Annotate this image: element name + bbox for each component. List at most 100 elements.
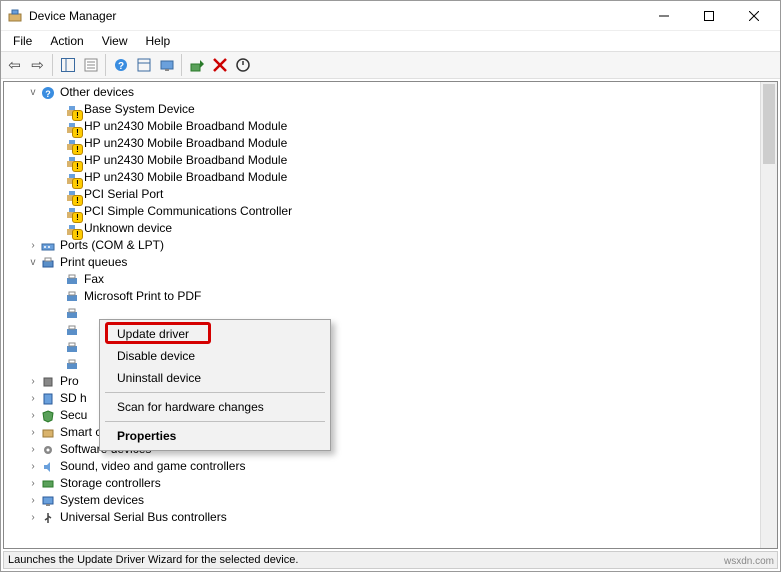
tree-item[interactable]: HP un2430 Mobile Broadband Module	[8, 152, 760, 169]
tree-label: Microsoft Print to PDF	[84, 288, 201, 305]
disable-button[interactable]	[231, 54, 254, 76]
device-warn-icon	[64, 102, 80, 118]
tree-item[interactable]: Unknown device	[8, 220, 760, 237]
tree-label: HP un2430 Mobile Broadband Module	[84, 135, 287, 152]
expand-icon[interactable]: ›	[26, 441, 40, 458]
device-warn-icon	[64, 204, 80, 220]
device-warn-icon	[64, 153, 80, 169]
svg-text:?: ?	[45, 89, 51, 99]
storage-icon	[40, 476, 56, 492]
context-menu-separator	[105, 421, 325, 422]
tree-label: HP un2430 Mobile Broadband Module	[84, 152, 287, 169]
uninstall-button[interactable]	[208, 54, 231, 76]
device-tree-pane: v ? Other devices Base System Device HP …	[3, 81, 778, 549]
toolbar-button[interactable]	[132, 54, 155, 76]
tree-item[interactable]: HP un2430 Mobile Broadband Module	[8, 118, 760, 135]
printer-icon	[40, 255, 56, 271]
tree-category-sound[interactable]: ›Sound, video and game controllers	[8, 458, 760, 475]
tree-item[interactable]: HP un2430 Mobile Broadband Module	[8, 135, 760, 152]
context-menu: Update driver Disable device Uninstall d…	[99, 319, 331, 451]
tree-label: Universal Serial Bus controllers	[60, 509, 227, 526]
tree-item[interactable]: PCI Serial Port	[8, 186, 760, 203]
tree-label: SD h	[60, 390, 87, 407]
menu-view[interactable]: View	[94, 32, 136, 50]
window-controls	[641, 1, 776, 30]
expand-icon[interactable]: ›	[26, 475, 40, 492]
ctx-scan-hardware[interactable]: Scan for hardware changes	[103, 396, 327, 418]
device-warn-icon	[64, 170, 80, 186]
tree-category-storage[interactable]: ›Storage controllers	[8, 475, 760, 492]
expand-icon[interactable]: v	[26, 84, 40, 101]
tree-label: Ports (COM & LPT)	[60, 237, 164, 254]
device-warn-icon	[64, 136, 80, 152]
printer-icon	[64, 306, 80, 322]
expand-icon[interactable]: ›	[26, 509, 40, 526]
toolbar: ?	[1, 51, 780, 79]
window-title: Device Manager	[29, 9, 116, 23]
close-button[interactable]	[731, 1, 776, 30]
expand-icon[interactable]: ›	[26, 458, 40, 475]
nav-forward-button[interactable]	[26, 54, 49, 76]
shield-icon	[40, 408, 56, 424]
nav-back-button[interactable]	[3, 54, 26, 76]
menu-action[interactable]: Action	[42, 32, 91, 50]
printer-icon	[64, 357, 80, 373]
expand-icon[interactable]: ›	[26, 407, 40, 424]
gear-icon	[40, 442, 56, 458]
device-tree[interactable]: v ? Other devices Base System Device HP …	[4, 82, 760, 548]
ctx-properties[interactable]: Properties	[103, 425, 327, 447]
expand-icon[interactable]: ›	[26, 373, 40, 390]
maximize-button[interactable]	[686, 1, 731, 30]
card-icon	[40, 425, 56, 441]
toolbar-separator	[52, 54, 53, 76]
speaker-icon	[40, 459, 56, 475]
show-hide-tree-button[interactable]	[56, 54, 79, 76]
tree-item[interactable]: Base System Device	[8, 101, 760, 118]
expand-icon[interactable]: ›	[26, 237, 40, 254]
minimize-button[interactable]	[641, 1, 686, 30]
printer-icon	[64, 323, 80, 339]
properties-button[interactable]	[79, 54, 102, 76]
menu-help[interactable]: Help	[138, 32, 179, 50]
tree-category-other-devices[interactable]: v ? Other devices	[8, 84, 760, 101]
device-warn-icon	[64, 221, 80, 237]
update-driver-button[interactable]	[185, 54, 208, 76]
ctx-update-driver[interactable]: Update driver	[103, 323, 327, 345]
expand-icon[interactable]: v	[26, 254, 40, 271]
expand-icon[interactable]: ›	[26, 424, 40, 441]
menu-file[interactable]: File	[5, 32, 40, 50]
scan-hardware-button[interactable]	[155, 54, 178, 76]
printer-icon	[64, 289, 80, 305]
usb-icon	[40, 510, 56, 526]
context-menu-separator	[105, 392, 325, 393]
tree-label: System devices	[60, 492, 144, 509]
tree-category-print-queues[interactable]: v Print queues	[8, 254, 760, 271]
tree-category-usb[interactable]: › Universal Serial Bus controllers	[8, 509, 760, 526]
tree-label: HP un2430 Mobile Broadband Module	[84, 118, 287, 135]
tree-item[interactable]: PCI Simple Communications Controller	[8, 203, 760, 220]
tree-category-system[interactable]: › System devices	[8, 492, 760, 509]
tree-item[interactable]: HP un2430 Mobile Broadband Module	[8, 169, 760, 186]
expand-icon[interactable]: ›	[26, 390, 40, 407]
titlebar: Device Manager	[1, 1, 780, 31]
statusbar-text: Launches the Update Driver Wizard for th…	[8, 554, 298, 566]
app-icon	[7, 8, 23, 24]
tree-label: Other devices	[60, 84, 134, 101]
toolbar-separator	[181, 54, 182, 76]
device-warn-icon	[64, 119, 80, 135]
sd-icon	[40, 391, 56, 407]
ports-icon	[40, 238, 56, 254]
ctx-uninstall-device[interactable]: Uninstall device	[103, 367, 327, 389]
tree-label: Base System Device	[84, 101, 195, 118]
scrollbar-thumb[interactable]	[763, 84, 775, 164]
tree-item[interactable]: Fax	[8, 271, 760, 288]
ctx-disable-device[interactable]: Disable device	[103, 345, 327, 367]
tree-category-ports[interactable]: › Ports (COM & LPT)	[8, 237, 760, 254]
device-warn-icon	[64, 187, 80, 203]
expand-icon[interactable]: ›	[26, 492, 40, 509]
tree-item[interactable]: Microsoft Print to PDF	[8, 288, 760, 305]
vertical-scrollbar[interactable]	[760, 82, 777, 548]
tree-label: Unknown device	[84, 220, 172, 237]
help-button[interactable]: ?	[109, 54, 132, 76]
tree-label: PCI Serial Port	[84, 186, 163, 203]
